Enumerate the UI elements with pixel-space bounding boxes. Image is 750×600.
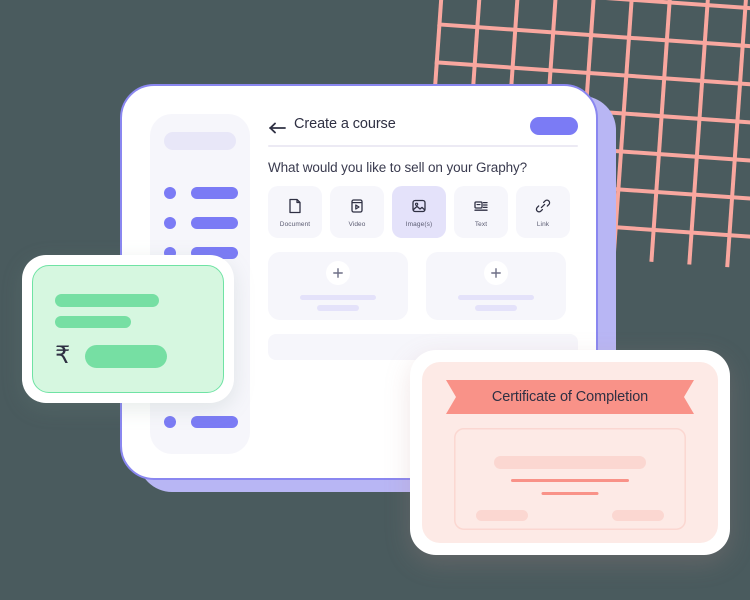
sidebar-item-2[interactable] <box>164 216 238 230</box>
sidebar-item-label <box>191 187 238 199</box>
certificate-name-placeholder <box>494 456 646 469</box>
upload-card-2[interactable] <box>426 252 566 320</box>
payment-card: ₹ <box>22 255 234 403</box>
plus-icon <box>484 261 508 285</box>
back-arrow-icon[interactable] <box>268 120 288 136</box>
tab-label: Document <box>279 220 311 228</box>
video-icon <box>348 197 366 215</box>
certificate-panel: Certificate of Completion <box>422 362 718 543</box>
page-title: Create a course <box>294 116 396 132</box>
sidebar-item-4[interactable] <box>164 415 238 429</box>
tab-images[interactable]: Image(s) <box>392 186 446 238</box>
link-icon <box>534 197 552 215</box>
plus-icon <box>326 261 350 285</box>
certificate-card: Certificate of Completion <box>410 350 730 555</box>
sidebar-item-label <box>191 217 238 229</box>
illustration-canvas: Create a course What would you like to s… <box>0 0 750 600</box>
tab-label: Text <box>474 220 488 228</box>
tab-label: Video <box>348 220 366 228</box>
certificate-rule <box>541 492 599 495</box>
payment-placeholder-line <box>55 316 131 328</box>
topbar: Create a course <box>268 116 578 146</box>
certificate-signature-placeholder <box>612 510 664 521</box>
tab-label: Link <box>536 220 550 228</box>
tab-video[interactable]: Video <box>330 186 384 238</box>
topbar-divider <box>268 145 578 147</box>
tab-text[interactable]: Text <box>454 186 508 238</box>
bullet-icon <box>164 416 176 428</box>
sidebar-item-1[interactable] <box>164 186 238 200</box>
bullet-icon <box>164 217 176 229</box>
image-icon <box>410 197 428 215</box>
tab-link[interactable]: Link <box>516 186 570 238</box>
content-type-tabs: Document Video Image(s) Text Link <box>268 186 570 238</box>
grid-line-vertical <box>725 0 750 268</box>
tab-label: Image(s) <box>405 220 433 228</box>
primary-action-button[interactable] <box>530 117 578 135</box>
certificate-title: Certificate of Completion <box>491 389 649 405</box>
sidebar-logo-placeholder <box>164 132 236 150</box>
rupee-currency-icon: ₹ <box>55 341 71 369</box>
certificate-rule <box>511 479 629 482</box>
upload-placeholder-line <box>475 305 517 311</box>
certificate-ribbon: Certificate of Completion <box>446 380 694 414</box>
content-area: Create a course What would you like to s… <box>268 116 578 360</box>
question-text: What would you like to sell on your Grap… <box>268 160 528 175</box>
certificate-inner-frame <box>454 428 686 530</box>
payment-amount-placeholder <box>85 345 167 368</box>
upload-card-1[interactable] <box>268 252 408 320</box>
upload-cards-row <box>268 252 566 320</box>
upload-placeholder-line <box>300 295 376 300</box>
document-icon <box>286 197 304 215</box>
payment-placeholder-line <box>55 294 159 307</box>
certificate-signature-placeholder <box>476 510 528 521</box>
text-icon <box>472 197 490 215</box>
upload-placeholder-line <box>317 305 359 311</box>
sidebar-item-label <box>191 416 238 428</box>
bullet-icon <box>164 187 176 199</box>
payment-card-panel: ₹ <box>32 265 224 393</box>
tab-document[interactable]: Document <box>268 186 322 238</box>
upload-placeholder-line <box>458 295 534 300</box>
